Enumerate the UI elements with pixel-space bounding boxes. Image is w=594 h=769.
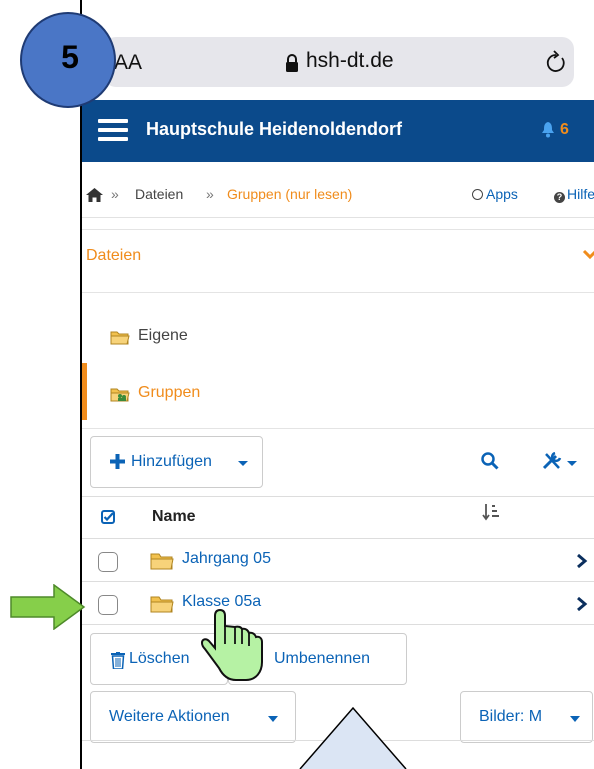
caret-down-icon bbox=[238, 461, 248, 466]
lock-icon bbox=[286, 54, 298, 72]
table-row[interactable]: Jahrgang 05 bbox=[82, 539, 594, 581]
hamburger-menu-icon[interactable] bbox=[98, 119, 128, 141]
divider bbox=[82, 624, 594, 625]
apps-label: Apps bbox=[486, 186, 518, 202]
school-title[interactable]: Hauptschule Heidenoldendorf bbox=[146, 119, 402, 140]
chevron-down-icon[interactable] bbox=[582, 249, 594, 261]
breadcrumb-separator: » bbox=[206, 186, 214, 202]
apps-icon bbox=[472, 189, 483, 200]
chevron-right-icon[interactable] bbox=[576, 553, 588, 569]
sort-icon[interactable] bbox=[482, 503, 500, 521]
more-actions-label: Weitere Aktionen bbox=[109, 708, 230, 725]
table-row[interactable]: Klasse 05a bbox=[82, 582, 594, 624]
row-checkbox[interactable] bbox=[98, 552, 118, 572]
folder-name-link[interactable]: Jahrgang 05 bbox=[182, 550, 271, 568]
search-icon[interactable] bbox=[481, 452, 499, 470]
url-domain[interactable]: hsh-dt.de bbox=[306, 49, 394, 73]
column-header-name[interactable]: Name bbox=[152, 508, 196, 526]
more-actions-button[interactable]: Weitere Aktionen bbox=[90, 691, 296, 743]
sidebar-item-label: Eigene bbox=[138, 327, 188, 344]
folder-icon bbox=[110, 331, 130, 345]
caret-down-icon[interactable] bbox=[567, 461, 577, 466]
browser-url-bar: AA hsh-dt.de bbox=[82, 0, 594, 100]
home-icon[interactable] bbox=[86, 188, 103, 202]
caret-down-icon bbox=[570, 716, 580, 722]
plus-icon bbox=[110, 454, 125, 469]
sidebar-item-label: Gruppen bbox=[138, 384, 201, 401]
breadcrumb-separator: » bbox=[111, 186, 119, 202]
help-link[interactable]: ? Hilfe bbox=[554, 186, 594, 203]
group-folder-icon bbox=[110, 388, 130, 402]
breadcrumb-item-gruppen[interactable]: Gruppen (nur lesen) bbox=[227, 186, 352, 202]
delete-button-label: Löschen bbox=[129, 650, 190, 667]
row-checkbox[interactable] bbox=[98, 595, 118, 615]
breadcrumb-item-dateien[interactable]: Dateien bbox=[135, 186, 183, 202]
text-size-button[interactable]: AA bbox=[114, 51, 142, 75]
add-button[interactable]: Hinzufügen bbox=[90, 436, 263, 488]
select-all-checkbox-icon[interactable] bbox=[101, 510, 115, 524]
folder-icon bbox=[150, 596, 174, 613]
reload-icon[interactable] bbox=[545, 50, 567, 74]
callout-triangle bbox=[299, 706, 407, 769]
images-size-button[interactable]: Bilder: M bbox=[460, 691, 593, 743]
active-indicator bbox=[82, 363, 87, 420]
panel-title[interactable]: Dateien bbox=[86, 247, 141, 265]
folder-icon bbox=[150, 553, 174, 570]
step-number-badge: 5 bbox=[20, 12, 116, 108]
divider bbox=[82, 496, 594, 497]
bell-icon[interactable] bbox=[541, 121, 555, 138]
breadcrumb: » Dateien » Gruppen (nur lesen) Apps ? Hi… bbox=[82, 162, 594, 218]
help-icon: ? bbox=[554, 192, 565, 203]
screenshot-stage: AA hsh-dt.de Hauptschule Heidenoldendorf… bbox=[0, 0, 594, 769]
caret-down-icon bbox=[268, 716, 278, 722]
trash-icon bbox=[111, 652, 125, 669]
app-header: Hauptschule Heidenoldendorf 6 bbox=[82, 100, 594, 162]
green-arrow-icon bbox=[10, 584, 86, 630]
chevron-right-icon[interactable] bbox=[576, 596, 588, 612]
notification-count[interactable]: 6 bbox=[560, 121, 569, 139]
images-size-label: Bilder: M bbox=[479, 708, 543, 725]
apps-link[interactable]: Apps bbox=[472, 186, 518, 202]
rename-button-label: Umbenennen bbox=[274, 650, 371, 667]
tools-icon[interactable] bbox=[542, 452, 562, 470]
hand-pointer-icon bbox=[200, 608, 263, 681]
step-number: 5 bbox=[61, 39, 79, 75]
divider bbox=[82, 428, 594, 429]
help-label: Hilfe bbox=[567, 186, 594, 202]
divider bbox=[82, 229, 594, 230]
phone-screen: AA hsh-dt.de Hauptschule Heidenoldendorf… bbox=[80, 0, 594, 769]
divider bbox=[82, 292, 594, 293]
add-button-label: Hinzufügen bbox=[131, 453, 212, 470]
